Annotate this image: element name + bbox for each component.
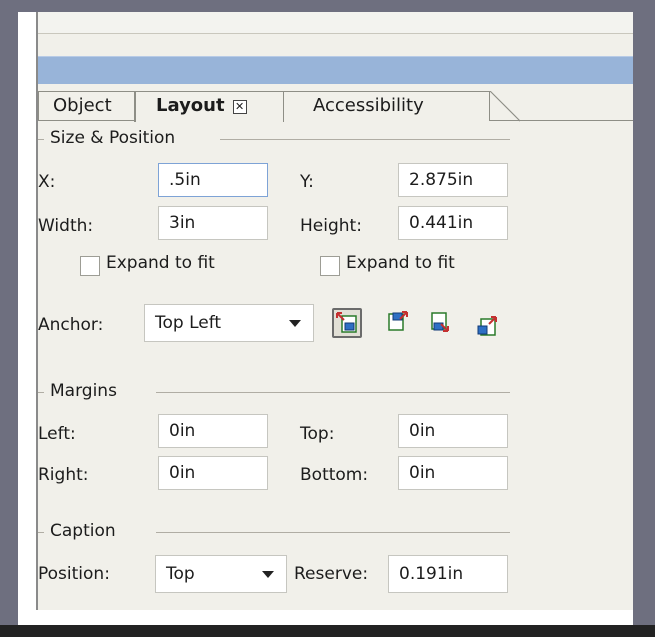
tab-object[interactable]: Object [38, 91, 148, 121]
width-input[interactable]: 3in [158, 206, 268, 240]
caption-reserve-label: Reserve: [294, 564, 369, 584]
window-frame-right [633, 0, 655, 637]
x-input[interactable]: .5in [158, 163, 268, 197]
y-input-value: 2.875in [409, 170, 474, 190]
height-label: Height: [300, 216, 362, 236]
caption-position-select[interactable]: Top [155, 555, 287, 593]
size-position-heading: Size & Position [50, 128, 176, 148]
tab-object-label: Object [53, 95, 112, 116]
close-tab-icon[interactable]: ✕ [232, 100, 247, 114]
caption-reserve-value: 0.191in [399, 564, 464, 584]
anchor-bottom-right-icon [477, 316, 497, 336]
layout-palette: Object Accessibility Layout ✕ Size & Posi… [18, 12, 633, 625]
dropdown-arrow-icon [262, 571, 274, 578]
margin-left-input[interactable]: 0in [158, 414, 268, 448]
section-rule-left [38, 532, 44, 533]
tab-accessibility[interactable]: Accessibility [270, 91, 490, 121]
anchor-bottom-left-icon [431, 312, 449, 332]
margin-left-value: 0in [169, 421, 196, 441]
width-label: Width: [38, 216, 94, 236]
anchor-label: Anchor: [38, 315, 104, 335]
margin-top-input[interactable]: 0in [398, 414, 508, 448]
anchor-select-value: Top Left [155, 313, 222, 333]
palette-body: Object Accessibility Layout ✕ Size & Posi… [38, 12, 633, 610]
margin-right-input[interactable]: 0in [158, 456, 268, 490]
caption-heading: Caption [50, 521, 116, 541]
dropdown-arrow-icon [289, 320, 301, 327]
expand-width-checkbox[interactable] [80, 256, 100, 276]
window-frame-bottom [0, 625, 655, 637]
anchor-top-left-button[interactable] [332, 308, 362, 338]
section-rule [220, 139, 510, 140]
palette-toolbar [38, 12, 633, 34]
caption-position-value: Top [166, 564, 195, 584]
expand-height-label[interactable]: Expand to fit [346, 253, 455, 273]
y-input[interactable]: 2.875in [398, 163, 508, 197]
palette-title-bar[interactable] [38, 56, 633, 84]
margin-bottom-input[interactable]: 0in [398, 456, 508, 490]
expand-height-checkbox[interactable] [320, 256, 340, 276]
window-frame-top [0, 0, 655, 12]
height-input[interactable]: 0.441in [398, 206, 508, 240]
section-rule [156, 392, 510, 393]
tab-accessibility-label: Accessibility [313, 95, 424, 116]
width-input-value: 3in [169, 213, 196, 233]
y-label: Y: [300, 172, 314, 192]
tab-layout-label: Layout [156, 95, 225, 116]
margin-bottom-label: Bottom: [300, 465, 369, 485]
margins-heading: Margins [50, 381, 117, 401]
anchor-bottom-right-button[interactable] [474, 313, 504, 343]
anchor-top-right-button[interactable] [384, 309, 414, 339]
margin-left-label: Left: [38, 424, 76, 444]
margin-top-label: Top: [300, 424, 335, 444]
section-rule [156, 532, 510, 533]
margin-right-value: 0in [169, 463, 196, 483]
anchor-top-left-icon [336, 312, 357, 333]
x-label: X: [38, 172, 56, 192]
section-rule-left [38, 392, 44, 393]
window-frame-left [0, 0, 18, 637]
anchor-select[interactable]: Top Left [144, 304, 314, 342]
anchor-top-right-icon [388, 311, 408, 331]
tab-layout[interactable]: Layout ✕ [134, 91, 284, 122]
anchor-bottom-left-button[interactable] [426, 309, 456, 339]
section-rule-left [38, 139, 44, 140]
margin-top-value: 0in [409, 421, 436, 441]
caption-position-label: Position: [38, 564, 110, 584]
caption-reserve-input[interactable]: 0.191in [388, 555, 508, 593]
height-input-value: 0.441in [409, 213, 474, 233]
x-input-value: .5in [169, 170, 201, 190]
expand-width-label[interactable]: Expand to fit [106, 253, 215, 273]
margin-right-label: Right: [38, 465, 89, 485]
margin-bottom-value: 0in [409, 463, 436, 483]
